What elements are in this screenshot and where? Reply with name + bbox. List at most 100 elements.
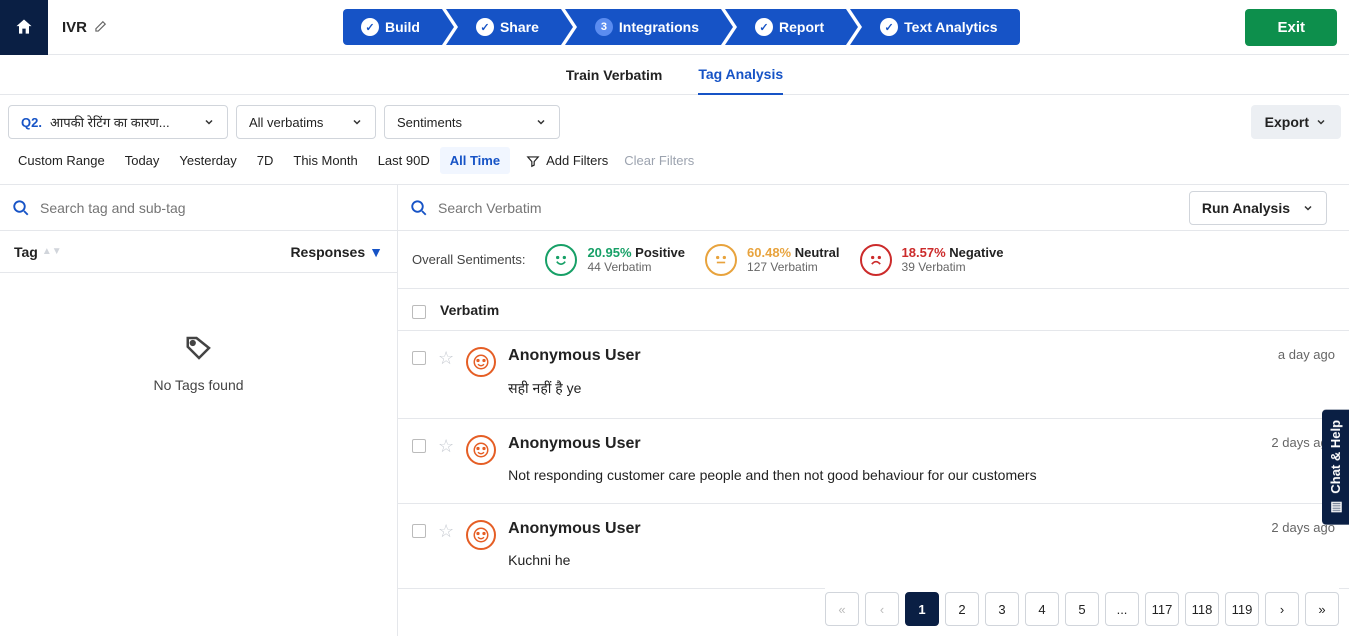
date-range-this-month[interactable]: This Month	[283, 147, 367, 174]
step-label: Share	[500, 19, 539, 35]
pager-last[interactable]: »	[1305, 592, 1339, 626]
exit-button[interactable]: Exit	[1245, 9, 1337, 46]
star-icon[interactable]: ☆	[438, 436, 454, 457]
positive-pct: 20.95%	[587, 245, 631, 260]
chat-icon: ▤	[1328, 500, 1343, 515]
pager-page-3[interactable]: 3	[985, 592, 1019, 626]
caret-down-icon[interactable]: ▼	[369, 244, 383, 260]
run-analysis-label: Run Analysis	[1202, 200, 1290, 216]
tab-train-verbatim[interactable]: Train Verbatim	[566, 55, 662, 95]
step-report[interactable]: ✓Report	[725, 9, 846, 45]
wizard-steps: ✓Build✓Share3Integrations✓Report✓Text An…	[121, 9, 1245, 45]
date-range-today[interactable]: Today	[115, 147, 170, 174]
pager-page-1[interactable]: 1	[905, 592, 939, 626]
verbatims-dropdown-label: All verbatims	[249, 115, 323, 130]
negative-count: 39 Verbatim	[902, 260, 1004, 274]
verbatim-item[interactable]: ☆Anonymous UserKuchni he2 days ago	[398, 504, 1349, 589]
positive-label: Positive	[635, 245, 685, 260]
tags-pane: Tag ▲▼ Responses ▼ No Tags found	[0, 185, 398, 636]
chevron-down-icon	[203, 116, 215, 128]
verbatim-user: Anonymous User	[508, 520, 1259, 538]
frown-icon	[860, 244, 892, 276]
no-tags-empty-state: No Tags found	[0, 273, 397, 636]
sentiments-dropdown[interactable]: Sentiments	[384, 105, 560, 139]
export-button[interactable]: Export	[1251, 105, 1341, 139]
home-button[interactable]	[0, 0, 48, 55]
step-share[interactable]: ✓Share	[446, 9, 561, 45]
responses-column-header[interactable]: Responses	[290, 244, 365, 260]
pencil-icon[interactable]	[93, 20, 107, 34]
tag-search-row	[0, 185, 397, 231]
sentiment-negative: 18.57% Negative 39 Verbatim	[860, 244, 1004, 276]
verbatims-dropdown[interactable]: All verbatims	[236, 105, 376, 139]
negative-pct: 18.57%	[902, 245, 946, 260]
pager-page-117[interactable]: 117	[1145, 592, 1179, 626]
verbatim-text: सही नहीं है ye	[508, 379, 1266, 398]
neutral-face-icon	[705, 244, 737, 276]
star-icon[interactable]: ☆	[438, 348, 454, 369]
tag-icon	[184, 333, 214, 363]
pager-page-2[interactable]: 2	[945, 592, 979, 626]
verbatim-search-input[interactable]	[438, 200, 1179, 216]
check-icon: ✓	[880, 18, 898, 36]
pager-page-5[interactable]: 5	[1065, 592, 1099, 626]
pager-page-4[interactable]: 4	[1025, 592, 1059, 626]
date-range-last-90d[interactable]: Last 90D	[368, 147, 440, 174]
pager-page-119[interactable]: 119	[1225, 592, 1259, 626]
tag-column-header[interactable]: Tag	[14, 244, 38, 260]
date-range-yesterday[interactable]: Yesterday	[169, 147, 246, 174]
verbatim-checkbox[interactable]	[412, 351, 426, 365]
question-text: आपकी रेटिंग का कारण...	[50, 113, 170, 131]
tag-search-input[interactable]	[40, 200, 385, 216]
pager-prev[interactable]: ‹	[865, 592, 899, 626]
verbatim-list-header: Verbatim	[398, 289, 1349, 331]
neutral-pct: 60.48%	[747, 245, 791, 260]
verbatim-text: Not responding customer care people and …	[508, 467, 1259, 483]
step-label: Text Analytics	[904, 19, 997, 35]
question-prefix: Q2.	[21, 115, 42, 130]
search-icon	[12, 199, 30, 217]
verbatim-checkbox[interactable]	[412, 439, 426, 453]
date-range-custom-range[interactable]: Custom Range	[8, 147, 115, 174]
date-range-all-time[interactable]: All Time	[440, 147, 510, 174]
verbatim-item[interactable]: ☆Anonymous Userसही नहीं है yea day ago	[398, 331, 1349, 419]
question-dropdown[interactable]: Q2. आपकी रेटिंग का कारण...	[8, 105, 228, 139]
filters-row: Q2. आपकी रेटिंग का कारण... All verbatims…	[0, 95, 1349, 145]
main-content: Tag ▲▼ Responses ▼ No Tags found Run Ana…	[0, 184, 1349, 636]
date-range-row: Custom RangeTodayYesterday7DThis MonthLa…	[0, 145, 1349, 184]
chat-help-label: Chat & Help	[1328, 420, 1343, 494]
tag-list-header: Tag ▲▼ Responses ▼	[0, 231, 397, 273]
step-text-analytics[interactable]: ✓ Text Analytics	[850, 9, 1019, 45]
no-tags-text: No Tags found	[153, 377, 243, 393]
step-integrations[interactable]: 3Integrations	[565, 9, 721, 45]
verbatim-user: Anonymous User	[508, 435, 1259, 453]
check-icon: ✓	[755, 18, 773, 36]
sentiments-dropdown-label: Sentiments	[397, 115, 462, 130]
verbatim-pane: Run Analysis Overall Sentiments: 20.95% …	[398, 185, 1349, 636]
pager-page-118[interactable]: 118	[1185, 592, 1219, 626]
step-build[interactable]: ✓Build	[343, 9, 442, 45]
run-analysis-button[interactable]: Run Analysis	[1189, 191, 1327, 225]
verbatim-item[interactable]: ☆ Anonymous User Not responding customer c…	[398, 419, 1349, 504]
verbatim-text: Kuchni he	[508, 552, 1259, 568]
sort-icon[interactable]: ▲▼	[42, 246, 62, 257]
overall-sentiments: Overall Sentiments: 20.95% Positive 44 V…	[398, 231, 1349, 289]
top-bar: IVR ✓Build✓Share3Integrations✓Report✓Tex…	[0, 0, 1349, 55]
chevron-down-icon	[1302, 202, 1314, 214]
pager-first[interactable]: «	[825, 592, 859, 626]
tab-tag-analysis[interactable]: Tag Analysis	[698, 55, 783, 95]
add-filters-label: Add Filters	[546, 153, 608, 168]
verbatim-time: a day ago	[1278, 347, 1335, 362]
pager-next[interactable]: ›	[1265, 592, 1299, 626]
select-all-checkbox[interactable]	[412, 305, 426, 319]
add-filters-button[interactable]: Add Filters	[526, 153, 608, 168]
verbatim-checkbox[interactable]	[412, 524, 426, 538]
positive-count: 44 Verbatim	[587, 260, 685, 274]
survey-title: IVR	[48, 19, 121, 36]
chat-help-tab[interactable]: ▤ Chat & Help	[1322, 410, 1349, 525]
date-range-7d[interactable]: 7D	[247, 147, 284, 174]
smile-icon	[545, 244, 577, 276]
negative-label: Negative	[949, 245, 1003, 260]
sentiment-neutral: 60.48% Neutral 127 Verbatim	[705, 244, 840, 276]
star-icon[interactable]: ☆	[438, 521, 454, 542]
